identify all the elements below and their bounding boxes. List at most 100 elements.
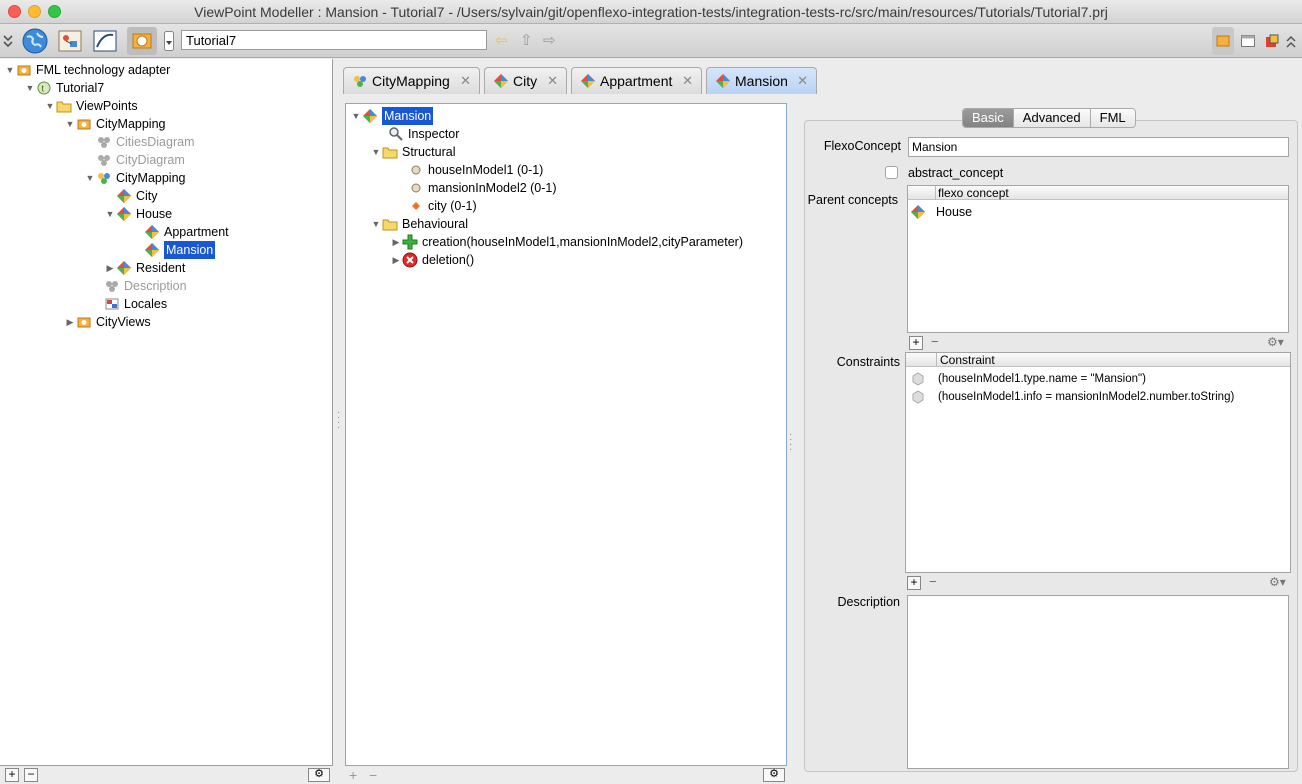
back-arrow-icon[interactable]: ⇦ bbox=[495, 31, 508, 49]
virtual-model-icon bbox=[96, 170, 112, 186]
tree-item-citymapping-vm[interactable]: ▼ CityMapping bbox=[84, 169, 186, 187]
add-parent-button[interactable]: + bbox=[909, 336, 923, 350]
add-button[interactable]: + bbox=[349, 767, 357, 783]
viewpoint-mode-icon[interactable] bbox=[1212, 27, 1234, 55]
tree-item-mansioninmodel2[interactable]: mansionInModel2 (0-1) bbox=[408, 179, 557, 197]
tab-basic[interactable]: Basic bbox=[963, 109, 1014, 127]
expand-triangle-icon[interactable]: ▼ bbox=[4, 61, 16, 79]
close-icon[interactable]: ✕ bbox=[797, 73, 808, 89]
tree-item-resident[interactable]: ▶ Resident bbox=[104, 259, 185, 277]
expand-triangle-icon[interactable]: ▼ bbox=[64, 115, 76, 133]
double-chevron-icon[interactable] bbox=[1, 27, 15, 55]
tree-item-locales[interactable]: Locales bbox=[104, 295, 167, 313]
gear-icon[interactable]: ⚙ bbox=[763, 768, 785, 782]
tree-item-house[interactable]: ▼ House bbox=[104, 205, 172, 223]
project-name-input[interactable] bbox=[181, 30, 487, 50]
tab-appartment[interactable]: Appartment ✕ bbox=[571, 67, 702, 94]
tree-item-label: creation(houseInModel1,mansionInModel2,c… bbox=[422, 235, 743, 249]
remove-button[interactable]: − bbox=[24, 768, 38, 782]
tree-item-label: CityMapping bbox=[96, 117, 166, 131]
close-icon[interactable]: ✕ bbox=[682, 73, 693, 89]
panel-icon[interactable] bbox=[1238, 27, 1258, 55]
expand-triangle-icon[interactable]: ▼ bbox=[84, 169, 96, 187]
remove-button[interactable]: − bbox=[369, 767, 377, 783]
tree-item-label: Appartment bbox=[164, 225, 229, 239]
tree-item-inspector[interactable]: Inspector bbox=[388, 125, 459, 143]
table-row[interactable]: (houseInModel1.type.name = "Mansion") bbox=[910, 370, 1146, 388]
flexo-concept-icon bbox=[116, 260, 132, 276]
flexo-concept-icon bbox=[116, 206, 132, 222]
viewpoint-icon[interactable] bbox=[127, 27, 157, 55]
tree-item-structural[interactable]: ▼ Structural bbox=[370, 143, 456, 161]
tree-item-viewpoints[interactable]: ▼ ViewPoints bbox=[44, 97, 138, 115]
flexo-concept-name-field[interactable]: Mansion bbox=[908, 137, 1289, 157]
tab-mansion[interactable]: Mansion ✕ bbox=[706, 67, 817, 94]
tree-item-deletion[interactable]: ▶ deletion() bbox=[390, 251, 474, 269]
table-row[interactable]: House bbox=[910, 203, 972, 221]
expand-triangle-icon[interactable]: ▶ bbox=[64, 313, 76, 331]
layout-icon[interactable] bbox=[1262, 27, 1282, 55]
table-header: Constraint bbox=[906, 353, 1290, 367]
dropdown-icon[interactable] bbox=[163, 27, 175, 55]
expand-triangle-icon[interactable]: ▼ bbox=[370, 143, 382, 161]
tree-item-mansion[interactable]: Mansion bbox=[144, 241, 216, 259]
tab-citymapping[interactable]: CityMapping ✕ bbox=[343, 67, 480, 94]
tree-item-appartment[interactable]: Appartment bbox=[144, 223, 229, 241]
tab-fml[interactable]: FML bbox=[1090, 109, 1135, 127]
tree-item-behavioural[interactable]: ▼ Behavioural bbox=[370, 215, 468, 233]
up-arrow-icon[interactable]: ⇧ bbox=[520, 31, 533, 49]
gear-icon[interactable]: ⚙▾ bbox=[1267, 335, 1284, 349]
tree-item-citymapping-vp[interactable]: ▼ CityMapping bbox=[64, 115, 166, 133]
tree-item-houseinmodel1[interactable]: houseInModel1 (0-1) bbox=[408, 161, 543, 179]
remove-parent-button[interactable]: − bbox=[931, 334, 939, 349]
gear-icon[interactable]: ⚙ bbox=[308, 768, 330, 782]
parent-concepts-table[interactable]: flexo concept House bbox=[907, 185, 1289, 333]
gear-icon[interactable]: ⚙▾ bbox=[1269, 575, 1286, 589]
draw-icon[interactable] bbox=[90, 27, 120, 55]
inspector-tabs: Basic Advanced FML bbox=[962, 108, 1136, 128]
tree-item-city[interactable]: City bbox=[116, 187, 158, 205]
constraints-table[interactable]: Constraint (houseInModel1.type.name = "M… bbox=[905, 352, 1291, 573]
project-icon: t bbox=[36, 80, 52, 96]
add-button[interactable]: + bbox=[5, 768, 19, 782]
tree-item-city-role[interactable]: city (0-1) bbox=[408, 197, 477, 215]
expand-triangle-icon[interactable]: ▶ bbox=[390, 251, 402, 269]
expand-triangle-icon[interactable]: ▼ bbox=[350, 107, 362, 125]
expand-triangle-icon[interactable]: ▼ bbox=[24, 79, 36, 97]
tree-item-label: city (0-1) bbox=[428, 199, 477, 213]
minimize-window-button[interactable] bbox=[28, 5, 41, 18]
expand-triangle-icon[interactable]: ▼ bbox=[370, 215, 382, 233]
tab-advanced[interactable]: Advanced bbox=[1013, 109, 1091, 127]
tree-item-description[interactable]: Description bbox=[104, 277, 187, 295]
diagram-icon[interactable] bbox=[55, 27, 85, 55]
tab-label: Appartment bbox=[600, 73, 673, 89]
splitter-grip-icon[interactable]: · · · · bbox=[337, 408, 341, 433]
expand-triangle-icon[interactable]: ▶ bbox=[390, 233, 402, 251]
splitter-grip-icon[interactable]: · · · · bbox=[789, 430, 793, 455]
table-row[interactable]: (houseInModel1.info = mansionInModel2.nu… bbox=[910, 388, 1234, 406]
tree-item-cityviews[interactable]: ▶ CityViews bbox=[64, 313, 151, 331]
close-icon[interactable]: ✕ bbox=[460, 73, 471, 89]
tree-item-tutorial7[interactable]: ▼ t Tutorial7 bbox=[24, 79, 105, 97]
zoom-window-button[interactable] bbox=[48, 5, 61, 18]
add-constraint-button[interactable]: + bbox=[907, 576, 921, 590]
tree-item-citiesdiagram[interactable]: CitiesDiagram bbox=[96, 133, 195, 151]
abstract-concept-checkbox[interactable] bbox=[885, 166, 898, 179]
forward-arrow-icon[interactable]: ⇨ bbox=[543, 31, 556, 49]
tree-item-mansion-root[interactable]: ▼ Mansion bbox=[350, 107, 434, 125]
description-textarea[interactable] bbox=[907, 595, 1289, 769]
tree-item-fml-adapter[interactable]: ▼ FML technology adapter bbox=[4, 61, 171, 79]
tab-city[interactable]: City ✕ bbox=[484, 67, 567, 94]
tree-item-creation[interactable]: ▶ creation(houseInModel1,mansionInModel2,… bbox=[390, 233, 743, 251]
expand-triangle-icon[interactable]: ▶ bbox=[104, 259, 116, 277]
remove-constraint-button[interactable]: − bbox=[929, 574, 937, 589]
close-window-button[interactable] bbox=[8, 5, 21, 18]
collapse-icon[interactable] bbox=[1283, 27, 1299, 55]
expand-triangle-icon[interactable]: ▼ bbox=[104, 205, 116, 223]
globe-icon[interactable] bbox=[20, 27, 50, 55]
expand-triangle-icon[interactable]: ▼ bbox=[44, 97, 56, 115]
flexo-concept-icon bbox=[715, 73, 731, 89]
close-icon[interactable]: ✕ bbox=[547, 73, 558, 89]
tree-item-citydiagram[interactable]: CityDiagram bbox=[96, 151, 185, 169]
tab-label: Mansion bbox=[735, 73, 788, 89]
